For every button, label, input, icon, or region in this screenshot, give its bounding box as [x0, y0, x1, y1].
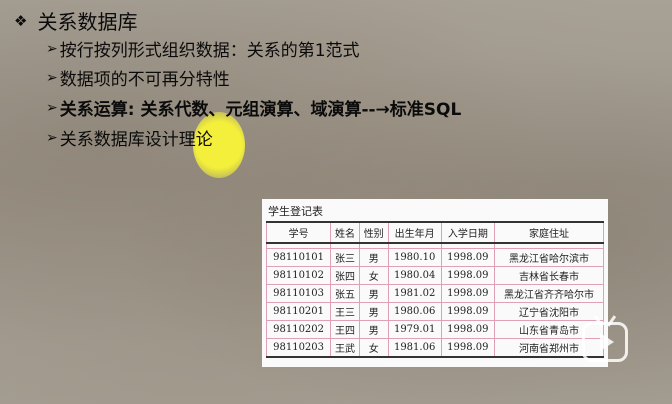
table-cell: 王武 — [330, 338, 360, 358]
table-cell: 1981.06 — [387, 338, 442, 358]
table-cell: 男 — [358, 284, 389, 303]
point-text: 按行按列形式组织数据：关系的第1范式 — [59, 41, 360, 61]
table-row: 98110201 王三 男 1980.06 1998.09 辽宁省沈阳市 — [265, 302, 605, 321]
point-text: 关系运算: 关系代数、元组演算、域演算--→标准SQL — [59, 100, 462, 120]
table-cell: 98110201 — [265, 302, 332, 321]
student-registry-card: 学生登记表 学号 姓名 性别 出生年月 入学日期 家庭住址 98110101 张… — [262, 199, 608, 367]
table-row: 98110102 张四 女 1980.04 1998.09 吉林省长春市 — [265, 266, 605, 285]
point-text: 关系数据库设计理论 — [59, 130, 213, 150]
table-cell: 1980.04 — [387, 266, 442, 285]
header-cell: 入学日期 — [440, 221, 495, 244]
bullet-point-2: ➢ 数据项的不可再分特性 — [46, 65, 230, 91]
table-cell: 黑龙江省哈尔滨市 — [493, 248, 605, 267]
header-cell: 姓名 — [330, 221, 360, 244]
table-row: 98110203 王武 女 1981.06 1998.09 河南省郑州市 — [265, 338, 605, 358]
play-icon — [600, 333, 614, 351]
table-row: 98110202 王四 男 1979.01 1998.09 山东省青岛市 — [265, 320, 605, 339]
table-cell: 女 — [358, 338, 389, 358]
bilibili-tv-icon — [582, 322, 628, 362]
table-cell: 1980.06 — [387, 302, 442, 321]
table-cell: 黑龙江省齐齐哈尔市 — [493, 284, 605, 303]
table-cell: 98110103 — [265, 284, 332, 303]
student-registry-table: 学号 姓名 性别 出生年月 入学日期 家庭住址 98110101 张三 男 19… — [265, 221, 605, 358]
table-cell: 男 — [358, 320, 389, 339]
arrow-bullet-icon: ➢ — [46, 40, 58, 57]
table-header-row: 学号 姓名 性别 出生年月 入学日期 家庭住址 — [265, 221, 605, 244]
slide-heading: ❖ 关系数据库 — [14, 6, 137, 35]
table-row: 98110103 张五 男 1981.02 1998.09 黑龙江省齐齐哈尔市 — [265, 284, 605, 303]
table-cell: 1998.09 — [440, 338, 495, 358]
table-title: 学生登记表 — [268, 205, 323, 218]
header-cell: 学号 — [265, 221, 332, 244]
table-cell: 辽宁省沈阳市 — [493, 302, 605, 321]
heading-text: 关系数据库 — [37, 10, 138, 34]
table-cell: 1998.09 — [440, 266, 495, 285]
table-cell: 男 — [358, 248, 389, 267]
diamond-bullet-icon: ❖ — [14, 11, 28, 30]
header-cell: 出生年月 — [387, 221, 442, 244]
table-cell: 1979.01 — [387, 320, 442, 339]
bullet-point-3: ➢ 关系运算: 关系代数、元组演算、域演算--→标准SQL — [46, 95, 462, 121]
point-text: 数据项的不可再分特性 — [59, 70, 230, 90]
table-row: 98110101 张三 男 1980.10 1998.09 黑龙江省哈尔滨市 — [265, 248, 605, 267]
table-cell: 张五 — [330, 284, 360, 303]
table-cell: 1980.10 — [387, 248, 442, 267]
bullet-point-1: ➢ 按行按列形式组织数据：关系的第1范式 — [46, 36, 360, 62]
arrow-bullet-icon: ➢ — [46, 69, 58, 86]
header-cell: 性别 — [358, 221, 389, 244]
table-cell: 98110101 — [265, 248, 332, 267]
table-cell: 张四 — [330, 266, 360, 285]
table-cell: 98110102 — [265, 266, 332, 285]
table-cell: 1998.09 — [440, 320, 495, 339]
arrow-bullet-icon: ➢ — [46, 129, 58, 146]
table-cell: 王四 — [330, 320, 360, 339]
table-cell: 1998.09 — [440, 284, 495, 303]
table-cell: 98110203 — [265, 338, 332, 358]
arrow-bullet-icon: ➢ — [46, 99, 58, 116]
table-cell: 王三 — [330, 302, 360, 321]
table-cell: 吉林省长春市 — [493, 266, 605, 285]
table-cell: 98110202 — [265, 320, 332, 339]
table-cell: 1981.02 — [387, 284, 442, 303]
bullet-point-4: ➢ 关系数据库设计理论 — [46, 125, 213, 151]
table-cell: 女 — [358, 266, 389, 285]
table-cell: 1998.09 — [440, 248, 495, 267]
table-cell: 张三 — [330, 248, 360, 267]
table-cell: 男 — [358, 302, 389, 321]
table-cell: 1998.09 — [440, 302, 495, 321]
header-cell: 家庭住址 — [493, 221, 605, 244]
